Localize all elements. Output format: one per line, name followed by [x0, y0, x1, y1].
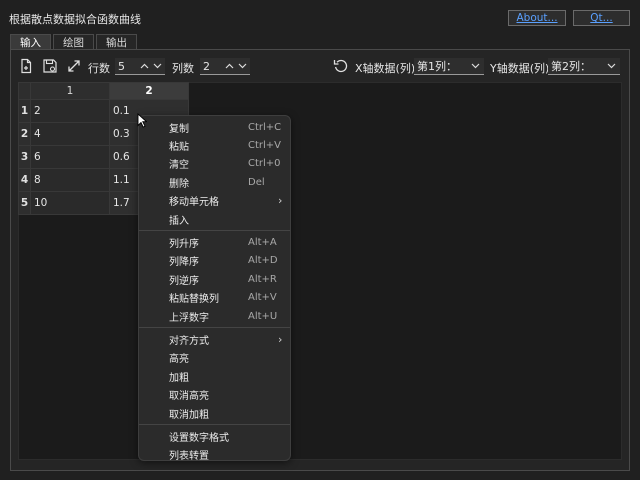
y-axis-value: 第2列：: [551, 60, 591, 73]
expand-icon[interactable]: [66, 58, 82, 74]
menu-item-paste-replace-column[interactable]: 粘贴替换列 Alt+V: [139, 289, 290, 307]
menu-item-paste[interactable]: 粘贴 Ctrl+V: [139, 136, 290, 154]
menu-item-label: 高亮: [169, 354, 189, 366]
submenu-arrow-icon: ›: [278, 332, 283, 346]
menu-item-shortcut: Alt+V: [248, 292, 277, 304]
menu-item-delete[interactable]: 删除 Del: [139, 173, 290, 191]
menu-item-number-format[interactable]: 设置数字格式: [139, 427, 290, 445]
table-cell[interactable]: 6: [30, 145, 110, 169]
table-cell[interactable]: 8: [30, 168, 110, 192]
y-axis-label: Y轴数据(列): [490, 62, 550, 75]
x-axis-combo[interactable]: 第1列：: [414, 58, 484, 75]
menu-separator: [139, 424, 290, 426]
tab-output[interactable]: 输出: [96, 34, 137, 50]
menu-item-bold[interactable]: 加粗: [139, 367, 290, 385]
tab-input[interactable]: 输入: [10, 34, 51, 50]
row-header[interactable]: 2: [18, 122, 31, 146]
menu-separator: [139, 327, 290, 329]
menu-item-label: 列表转置: [169, 451, 209, 463]
row-header[interactable]: 5: [18, 191, 31, 215]
menu-item-label: 列升序: [169, 239, 199, 251]
rows-spinbox[interactable]: 5: [115, 58, 165, 75]
increment-icon[interactable]: [225, 63, 234, 69]
x-axis-label: X轴数据(列): [355, 62, 416, 75]
menu-item-label: 设置数字格式: [169, 432, 229, 444]
row-header[interactable]: 1: [18, 99, 31, 123]
cols-spinbox[interactable]: 2: [200, 58, 250, 75]
rows-label: 行数: [88, 62, 110, 75]
rows-value: 5: [118, 59, 125, 73]
tab-plot[interactable]: 绘图: [53, 34, 94, 50]
table-cell[interactable]: 2: [30, 99, 110, 123]
menu-item-label: 插入: [169, 215, 189, 227]
menu-item-label: 删除: [169, 178, 189, 190]
mouse-cursor-icon: [137, 113, 147, 128]
row-header[interactable]: 3: [18, 145, 31, 169]
table-cell[interactable]: 4: [30, 122, 110, 146]
menu-item-alignment[interactable]: 对齐方式 ›: [139, 330, 290, 348]
menu-item-insert[interactable]: 插入: [139, 210, 290, 228]
menu-item-label: 上浮数字: [169, 312, 209, 324]
cols-value: 2: [203, 59, 210, 73]
open-file-icon[interactable]: [18, 58, 34, 74]
menu-item-sort-desc[interactable]: 列降序 Alt+D: [139, 252, 290, 270]
menu-item-shortcut: Alt+U: [248, 310, 278, 322]
submenu-arrow-icon: ›: [278, 194, 283, 208]
menu-item-copy[interactable]: 复制 Ctrl+C: [139, 118, 290, 136]
menu-item-move-cells[interactable]: 移动单元格 ›: [139, 192, 290, 210]
window-title: 根据散点数据拟合函数曲线: [9, 13, 141, 26]
menu-item-transpose[interactable]: 列表转置: [139, 446, 290, 464]
menu-item-reverse[interactable]: 列逆序 Alt+R: [139, 270, 290, 288]
toolbar: 行数 5 列数 2 X轴数据(列) 第1列： Y轴数据(列) 第2列：: [18, 58, 622, 76]
y-axis-combo[interactable]: 第2列：: [548, 58, 620, 75]
menu-item-unhighlight[interactable]: 取消高亮: [139, 385, 290, 403]
chevron-down-icon: [607, 63, 616, 69]
menu-item-shortcut: Alt+R: [248, 273, 277, 285]
column-header[interactable]: 2: [109, 82, 189, 100]
menu-item-shortcut: Alt+D: [248, 255, 278, 267]
save-icon[interactable]: [42, 58, 58, 74]
row-header[interactable]: 4: [18, 168, 31, 192]
decrement-icon[interactable]: [238, 63, 247, 69]
about-button[interactable]: About...: [508, 10, 566, 26]
context-menu: 复制 Ctrl+C 粘贴 Ctrl+V 清空 Ctrl+0 删除 Del 移动单元格 › …: [138, 115, 291, 464]
increment-icon[interactable]: [140, 63, 149, 69]
menu-item-label: 复制: [169, 123, 189, 135]
x-axis-value: 第1列：: [417, 60, 457, 73]
menu-item-label: 粘贴替换列: [169, 294, 219, 306]
chevron-down-icon: [471, 63, 480, 69]
menu-item-label: 取消高亮: [169, 391, 209, 403]
column-header[interactable]: 1: [30, 82, 110, 100]
table-corner[interactable]: [18, 82, 31, 100]
menu-item-label: 清空: [169, 160, 189, 172]
refresh-icon[interactable]: [333, 58, 349, 74]
tab-bar: 输入 绘图 输出: [10, 34, 139, 50]
menu-item-label: 加粗: [169, 372, 189, 384]
menu-item-label: 粘贴: [169, 142, 189, 154]
table-cell[interactable]: 10: [30, 191, 110, 215]
menu-separator: [139, 230, 290, 232]
menu-item-label: 对齐方式: [169, 335, 209, 347]
decrement-icon[interactable]: [153, 63, 162, 69]
qt-button[interactable]: Qt...: [573, 10, 630, 26]
menu-item-label: 取消加粗: [169, 409, 209, 421]
menu-item-shortcut: Ctrl+0: [248, 158, 281, 170]
menu-item-highlight[interactable]: 高亮: [139, 349, 290, 367]
menu-item-label: 列降序: [169, 257, 199, 269]
menu-item-shortcut: Ctrl+C: [248, 121, 282, 133]
menu-item-unbold[interactable]: 取消加粗: [139, 404, 290, 422]
menu-item-sort-asc[interactable]: 列升序 Alt+A: [139, 233, 290, 251]
menu-item-shortcut: Ctrl+V: [248, 140, 282, 152]
menu-item-float-numbers[interactable]: 上浮数字 Alt+U: [139, 307, 290, 325]
menu-item-shortcut: Del: [248, 176, 265, 188]
menu-item-clear[interactable]: 清空 Ctrl+0: [139, 155, 290, 173]
menu-item-shortcut: Alt+A: [248, 237, 277, 249]
menu-item-label: 列逆序: [169, 275, 199, 287]
cols-label: 列数: [172, 62, 194, 75]
menu-item-label: 移动单元格: [169, 197, 219, 209]
